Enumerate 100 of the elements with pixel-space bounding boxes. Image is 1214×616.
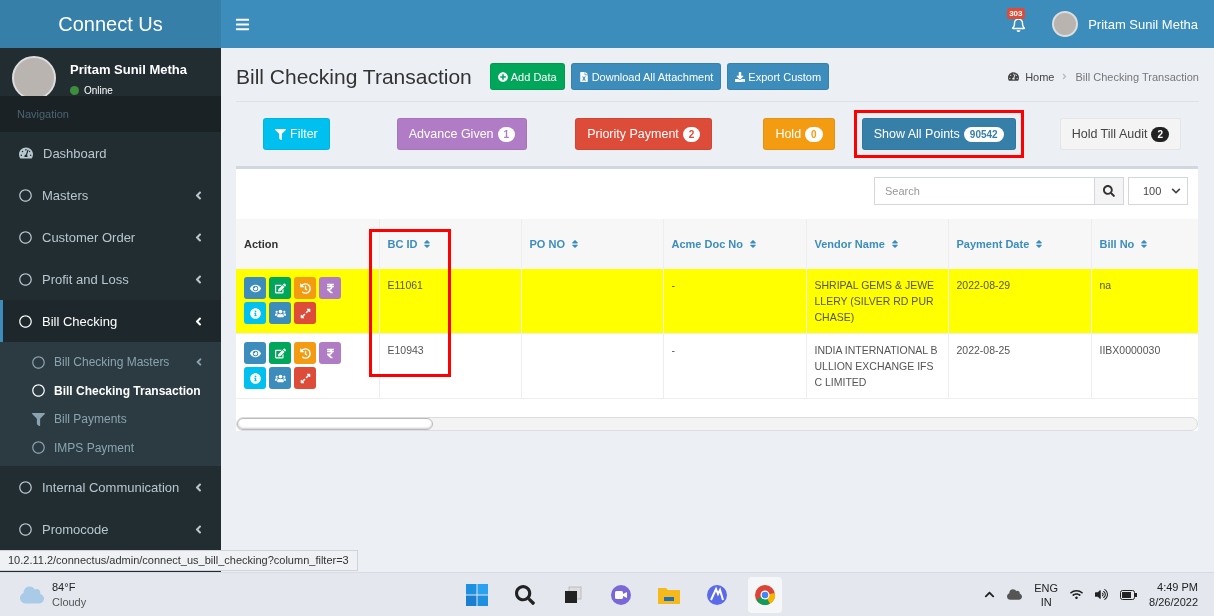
sidebar-item[interactable]: Masters: [0, 174, 221, 216]
search-button[interactable]: [1094, 177, 1124, 205]
sidebar-item[interactable]: Bill Checking: [0, 300, 221, 342]
app-logo[interactable]: Connect Us: [0, 0, 221, 48]
action-button[interactable]: [269, 342, 291, 364]
breadcrumb-link[interactable]: Home: [1025, 70, 1055, 83]
weather-condition: Cloudy: [52, 594, 87, 610]
action-button[interactable]: [294, 302, 316, 324]
action-button[interactable]: [319, 342, 341, 364]
breadcrumb-current: Bill Checking Transaction: [1075, 70, 1199, 83]
search-icon[interactable]: [515, 584, 535, 605]
edit-icon: [274, 347, 286, 359]
chevron-up-icon[interactable]: [984, 589, 996, 600]
browser-icon[interactable]: [754, 583, 776, 606]
table-cell: -: [671, 279, 675, 291]
rupee-icon: [324, 347, 336, 359]
action-button[interactable]: [269, 367, 291, 389]
filter-button[interactable]: Advance Given 1: [396, 118, 528, 150]
sidebar-item[interactable]: Profit and Loss: [0, 258, 221, 300]
menu-icon[interactable]: [235, 16, 250, 32]
table-cell: IIBX0000030: [1099, 344, 1161, 356]
action-button[interactable]: [244, 302, 266, 324]
user-avatar[interactable]: [1052, 11, 1079, 37]
volume-icon[interactable]: [1095, 588, 1109, 601]
toolbar-button[interactable]: Download All Attachment: [570, 63, 722, 90]
video-chat-icon[interactable]: [610, 583, 632, 606]
sidebar-subitem[interactable]: IMPS Payment: [0, 433, 221, 462]
dashboard-icon: [19, 146, 33, 160]
file-icon: [578, 71, 589, 82]
users-icon: [274, 307, 286, 319]
column-header[interactable]: Bill No: [1091, 219, 1198, 269]
filter-icon: [275, 128, 286, 140]
sort-icon: [748, 239, 759, 249]
caret-icon: [1171, 186, 1181, 196]
filter-button[interactable]: Priority Payment 2: [575, 118, 713, 150]
search-icon: [1103, 185, 1115, 197]
users-icon: [274, 372, 286, 384]
sort-icon: [1139, 239, 1150, 249]
filter-icon: [32, 412, 45, 426]
action-button[interactable]: [294, 367, 316, 389]
scrollbar-thumb[interactable]: [237, 418, 433, 430]
action-button[interactable]: [244, 277, 266, 299]
plus-icon: [497, 71, 508, 82]
eye-icon: [249, 282, 261, 294]
filter-button[interactable]: Show All Points 90542: [861, 118, 1016, 150]
windows-logo-icon[interactable]: [466, 583, 488, 606]
action-button[interactable]: [269, 302, 291, 324]
sidebar-subitem[interactable]: Bill Checking Transaction: [0, 376, 221, 405]
language-indicator[interactable]: ENG IN: [1034, 580, 1059, 609]
toolbar-button[interactable]: Add Data: [489, 63, 565, 90]
sidebar-subitem[interactable]: Bill Payments: [0, 405, 221, 434]
wifi-icon[interactable]: [1070, 588, 1084, 601]
sidebar-item[interactable]: Internal Communication: [0, 466, 221, 508]
page-title: Bill Checking Transaction: [236, 64, 472, 89]
count-badge: 0: [805, 126, 823, 142]
search-field[interactable]: Search: [874, 177, 1094, 205]
task-view-icon[interactable]: [563, 584, 583, 605]
sidebar-subitem[interactable]: Bill Checking Masters: [0, 348, 221, 377]
toolbar-button[interactable]: Export Custom: [727, 63, 830, 90]
sidebar-item[interactable]: Promocode: [0, 508, 221, 550]
action-button[interactable]: [269, 277, 291, 299]
notification-count: 303: [1007, 7, 1025, 19]
app-icon[interactable]: [706, 583, 728, 606]
column-header[interactable]: PO NO: [521, 219, 663, 269]
clock[interactable]: 4:49 PM 8/26/2022: [1149, 579, 1198, 610]
info-icon: [249, 307, 261, 319]
action-button[interactable]: [319, 277, 341, 299]
info-icon: [249, 372, 261, 384]
user-name[interactable]: Pritam Sunil Metha: [1088, 16, 1198, 32]
history-icon: [299, 347, 311, 359]
action-button[interactable]: [244, 367, 266, 389]
edit-icon: [274, 282, 286, 294]
table-cell: 2022-08-25: [956, 344, 1011, 356]
rupee-icon: [324, 282, 336, 294]
action-button[interactable]: [294, 277, 316, 299]
user-name: Pritam Sunil Metha: [70, 62, 188, 77]
cloud-icon[interactable]: [1007, 587, 1023, 602]
action-button[interactable]: [244, 342, 266, 364]
column-header[interactable]: Acme Doc No: [663, 219, 806, 269]
user-status: Online: [84, 85, 113, 96]
filter-button[interactable]: Hold Till Audit 2: [1059, 118, 1181, 150]
sort-icon: [1034, 239, 1045, 249]
table-cell: SHRIPAL GEMS & JEWELLERY (SILVER RD PURCHASE): [814, 279, 935, 323]
horizontal-scrollbar[interactable]: [236, 417, 1198, 431]
expand-icon: [299, 372, 311, 384]
count-badge: 2: [1151, 126, 1169, 142]
status-dot: [70, 86, 79, 95]
sidebar-item[interactable]: Customer Order: [0, 216, 221, 258]
action-button[interactable]: [294, 342, 316, 364]
column-header[interactable]: Vendor Name: [806, 219, 948, 269]
dashboard-icon: [1008, 71, 1020, 82]
column-header[interactable]: BC ID: [379, 219, 521, 269]
link-status-url: 10.2.11.2/connectus/admin/connect_us_bill_checking?column_filter=3: [0, 550, 358, 571]
sidebar-item[interactable]: Dashboard: [0, 132, 221, 174]
table-cell: -: [671, 344, 675, 356]
eye-icon: [249, 347, 261, 359]
column-header[interactable]: Payment Date: [948, 219, 1091, 269]
sort-icon: [569, 239, 580, 249]
page-size-select[interactable]: 100: [1128, 177, 1188, 205]
battery-icon[interactable]: [1120, 589, 1138, 600]
